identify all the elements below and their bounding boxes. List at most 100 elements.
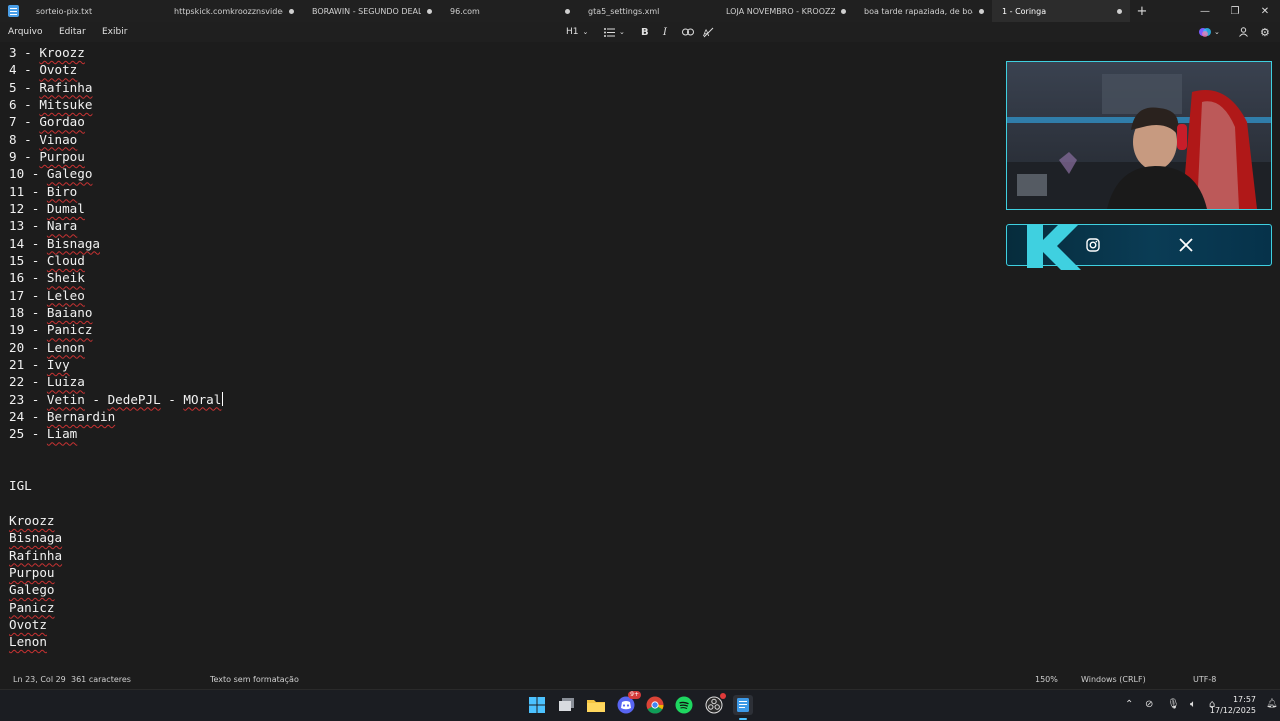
- misspelled-word[interactable]: Bisnaga: [47, 236, 100, 251]
- misspelled-word[interactable]: Purpou: [9, 565, 55, 580]
- notification-bell-icon[interactable]: 🔔︎: [1266, 699, 1277, 709]
- account-icon: [1239, 27, 1248, 37]
- close-button[interactable]: ✕: [1250, 0, 1280, 22]
- misspelled-word[interactable]: Bernardin: [47, 409, 115, 424]
- misspelled-word[interactable]: Kroozz: [9, 513, 55, 528]
- misspelled-word[interactable]: Cloud: [47, 253, 85, 268]
- chevron-up-icon[interactable]: ⌃: [1125, 699, 1133, 710]
- misspelled-word[interactable]: Ovotz: [39, 62, 77, 77]
- text-editor[interactable]: 3 - Kroozz 4 - Ovotz 5 - Rafinha 6 - Mitsuk…: [0, 44, 1000, 664]
- misspelled-word[interactable]: Galego: [9, 582, 55, 597]
- misspelled-word[interactable]: Galego: [47, 166, 93, 181]
- close-icon: ✕: [1260, 5, 1270, 17]
- misspelled-word[interactable]: Biro: [47, 184, 77, 199]
- char-count: 361 caracteres: [71, 675, 131, 684]
- misspelled-word[interactable]: Lenon: [47, 340, 85, 355]
- misspelled-word[interactable]: Luiza: [47, 374, 85, 389]
- chrome-icon[interactable]: [645, 695, 665, 715]
- misspelled-word[interactable]: Dumal: [47, 201, 85, 216]
- system-clock[interactable]: 17:57 17/12/2025: [1210, 694, 1256, 716]
- format-mode[interactable]: Texto sem formatação: [210, 675, 299, 684]
- unsaved-dot-icon[interactable]: [841, 8, 846, 14]
- spotify-icon[interactable]: [674, 695, 694, 715]
- k-logo-letter: K: [1021, 222, 1022, 223]
- misspelled-word[interactable]: Purpou: [39, 149, 85, 164]
- misspelled-word[interactable]: Nara: [47, 218, 77, 233]
- misspelled-word[interactable]: MOral: [183, 392, 221, 407]
- clear-format-button[interactable]: A: [703, 25, 714, 39]
- editor-line: 20 - Lenon: [9, 339, 85, 355]
- copilot-button[interactable]: ⌄: [1198, 25, 1220, 39]
- unsaved-dot-icon[interactable]: [427, 8, 432, 14]
- misspelled-word[interactable]: DedePJL: [108, 392, 161, 407]
- misspelled-word[interactable]: Mitsuke: [39, 97, 92, 112]
- misspelled-word[interactable]: Gordao: [39, 114, 85, 129]
- misspelled-word[interactable]: Vetin: [47, 392, 85, 407]
- editor-line: 8 - Vinao: [9, 131, 78, 147]
- list-dropdown[interactable]: ⌄: [604, 25, 625, 39]
- tab-label: boa tarde rapaziada, de boa n: [864, 6, 973, 16]
- misspelled-word[interactable]: Liam: [47, 426, 77, 441]
- misspelled-word[interactable]: Rafinha: [39, 80, 92, 95]
- copilot-icon: [1199, 28, 1211, 37]
- tab-label: BORAWIN - SEGUNDO DEAL: [312, 6, 421, 16]
- unsaved-dot-icon[interactable]: [979, 8, 984, 14]
- tab-1[interactable]: httpskick.comkroozznsvideos5: [164, 0, 302, 22]
- discord-icon[interactable]: 9+: [616, 691, 641, 715]
- heading-dropdown[interactable]: H1 ⌄: [566, 25, 588, 39]
- microphone-icon[interactable]: 🎙︎: [1167, 699, 1180, 710]
- unsaved-dot-icon[interactable]: [1117, 8, 1122, 14]
- tab-2[interactable]: BORAWIN - SEGUNDO DEAL: [302, 0, 440, 22]
- misspelled-word[interactable]: Ivy: [47, 357, 70, 372]
- tab-5[interactable]: LOJA NOVEMBRO - KROOZZN: [716, 0, 854, 22]
- encoding[interactable]: UTF-8: [1193, 675, 1216, 684]
- chevron-down-icon: ⌄: [1214, 28, 1220, 36]
- file-explorer-icon[interactable]: [586, 695, 606, 715]
- editor-line: Lenon: [9, 633, 47, 650]
- volume-icon[interactable]: 🔈︎: [1190, 699, 1196, 710]
- bold-button[interactable]: B: [641, 25, 649, 39]
- tab-4[interactable]: gta5_settings.xml: [578, 0, 716, 22]
- italic-button[interactable]: I: [663, 25, 667, 39]
- misspelled-word[interactable]: Panicz: [9, 600, 55, 615]
- account-button[interactable]: [1239, 25, 1248, 39]
- minimize-button[interactable]: —: [1190, 0, 1220, 22]
- x-icon[interactable]: [1179, 238, 1193, 252]
- notepad-taskbar-icon[interactable]: [733, 695, 753, 715]
- misspelled-word[interactable]: Bisnaga: [9, 530, 62, 545]
- misspelled-word[interactable]: Leleo: [47, 288, 85, 303]
- line-ending[interactable]: Windows (CRLF): [1081, 675, 1146, 684]
- settings-button[interactable]: ⚙: [1260, 25, 1270, 39]
- windows-start-icon[interactable]: [527, 695, 547, 715]
- tab-7[interactable]: 1 - Coringa: [992, 0, 1130, 22]
- tab-6[interactable]: boa tarde rapaziada, de boa n: [854, 0, 992, 22]
- editor-line: 23 - Vetin - DedePJL - MOral: [9, 391, 224, 407]
- editor-line: 14 - Bisnaga: [9, 235, 100, 251]
- menu-edit[interactable]: Editar: [59, 27, 86, 37]
- unsaved-dot-icon[interactable]: [289, 8, 294, 14]
- menu-file[interactable]: Arquivo: [8, 27, 42, 37]
- restore-button[interactable]: ❐: [1220, 0, 1250, 22]
- editor-line: 9 - Purpou: [9, 148, 85, 164]
- network-off-icon[interactable]: ⊘: [1145, 699, 1153, 710]
- window-controls: — ❐ ✕: [1190, 0, 1280, 22]
- misspelled-word[interactable]: Sheik: [47, 270, 85, 285]
- instagram-icon[interactable]: [1086, 238, 1100, 252]
- misspelled-word[interactable]: Rafinha: [9, 548, 62, 563]
- new-tab-button[interactable]: +: [1130, 0, 1154, 22]
- menu-view[interactable]: Exibir: [102, 27, 127, 37]
- misspelled-word[interactable]: Lenon: [9, 634, 47, 649]
- unsaved-dot-icon[interactable]: [565, 8, 570, 14]
- misspelled-word[interactable]: Panicz: [47, 322, 93, 337]
- zoom-level[interactable]: 150%: [1035, 675, 1058, 684]
- link-button[interactable]: [682, 25, 694, 39]
- obs-icon[interactable]: [704, 693, 726, 715]
- misspelled-word[interactable]: Ovotz: [9, 617, 47, 632]
- misspelled-word[interactable]: Baiano: [47, 305, 93, 320]
- editor-line: Ovotz: [9, 616, 47, 633]
- misspelled-word[interactable]: Vinao: [39, 132, 77, 147]
- tab-0[interactable]: sorteio-pix.txt: [26, 0, 164, 22]
- misspelled-word[interactable]: Kroozz: [39, 45, 85, 60]
- task-view-icon[interactable]: [557, 695, 577, 715]
- tab-3[interactable]: 96.com: [440, 0, 578, 22]
